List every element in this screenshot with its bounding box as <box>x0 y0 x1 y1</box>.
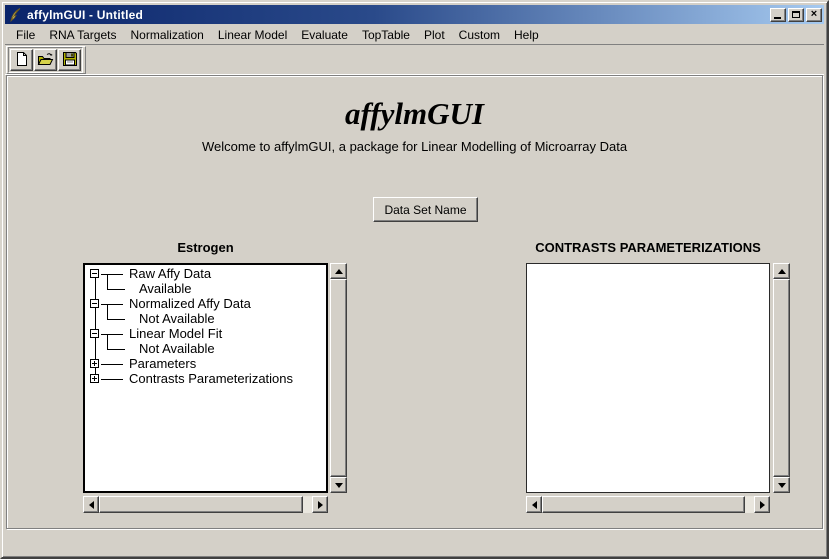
scrollbar-thumb[interactable] <box>330 279 347 477</box>
menu-plot[interactable]: Plot <box>417 26 452 44</box>
tree-plus-box-icon[interactable] <box>90 374 99 383</box>
triangle-left-icon <box>89 501 94 509</box>
tree-minus-box-icon[interactable] <box>90 269 99 278</box>
tree-node-status[interactable]: Available <box>139 281 192 297</box>
save-file-button[interactable] <box>58 49 81 71</box>
tree-branch-line <box>107 349 125 350</box>
tree-plus-box-icon[interactable] <box>90 359 99 368</box>
right-vertical-scrollbar[interactable] <box>773 263 790 493</box>
open-folder-icon <box>37 51 54 70</box>
tree-branch-line <box>107 334 108 349</box>
tree-branch-line <box>101 364 123 365</box>
scroll-up-button[interactable] <box>773 263 790 279</box>
triangle-down-icon <box>778 483 786 488</box>
data-set-name-button[interactable]: Data Set Name <box>373 197 478 222</box>
blank-page-icon <box>14 51 30 70</box>
welcome-text: Welcome to affylmGUI, a package for Line… <box>7 139 822 154</box>
tree-branch-line <box>101 274 123 275</box>
new-file-button[interactable] <box>10 49 33 71</box>
tree-node-raw-affy-data[interactable]: Raw Affy Data <box>129 266 211 282</box>
maximize-button[interactable] <box>788 8 804 22</box>
scrollbar-track[interactable] <box>303 496 312 513</box>
main-content-frame: affylmGUI Welcome to affylmGUI, a packag… <box>6 75 823 529</box>
tree-branch-line <box>107 274 108 289</box>
menu-rna-targets[interactable]: RNA Targets <box>42 26 123 44</box>
close-icon: × <box>811 9 817 20</box>
tree-minus-box-icon[interactable] <box>90 329 99 338</box>
left-horizontal-scrollbar[interactable] <box>83 496 328 513</box>
contrasts-listbox[interactable] <box>526 263 770 493</box>
menu-file[interactable]: File <box>9 26 42 44</box>
scrollbar-thumb[interactable] <box>542 496 745 513</box>
menu-evaluate[interactable]: Evaluate <box>294 26 355 44</box>
save-floppy-icon <box>62 51 78 70</box>
left-panel-header: Estrogen <box>83 240 328 256</box>
scroll-right-button[interactable] <box>312 496 328 513</box>
menu-bar: File RNA Targets Normalization Linear Mo… <box>5 25 824 44</box>
menu-normalization[interactable]: Normalization <box>124 26 211 44</box>
tree-branch-line <box>107 289 125 290</box>
tree-node-contrasts-parameterizations[interactable]: Contrasts Parameterizations <box>129 371 293 387</box>
scrollbar-thumb[interactable] <box>773 279 790 477</box>
menu-linear-model[interactable]: Linear Model <box>211 26 294 44</box>
triangle-right-icon <box>318 501 323 509</box>
tree-node-linear-model-fit[interactable]: Linear Model Fit <box>129 326 222 342</box>
right-horizontal-scrollbar[interactable] <box>526 496 770 513</box>
triangle-up-icon <box>778 269 786 274</box>
tree-node-normalized-affy-data[interactable]: Normalized Affy Data <box>129 296 251 312</box>
scrollbar-track[interactable] <box>745 496 754 513</box>
tree-minus-box-icon[interactable] <box>90 299 99 308</box>
triangle-right-icon <box>760 501 765 509</box>
tree-node-status[interactable]: Not Available <box>139 341 215 357</box>
close-button[interactable]: × <box>806 8 822 22</box>
minimize-icon <box>774 17 781 19</box>
toolbar-button-group <box>6 46 86 74</box>
tree-branch-line <box>101 334 123 335</box>
scroll-right-button[interactable] <box>754 496 770 513</box>
triangle-up-icon <box>335 269 343 274</box>
window-title: affylmGUI - Untitled <box>27 8 143 22</box>
menu-toptable[interactable]: TopTable <box>355 26 417 44</box>
app-window: affylmGUI - Untitled × File RNA Targets … <box>0 0 829 559</box>
app-title: affylmGUI <box>7 96 822 132</box>
tree-node-parameters[interactable]: Parameters <box>129 356 196 372</box>
left-vertical-scrollbar[interactable] <box>330 263 347 493</box>
tk-feather-icon <box>7 7 23 23</box>
tree-branch-line <box>107 319 125 320</box>
open-file-button[interactable] <box>34 49 57 71</box>
scroll-down-button[interactable] <box>773 477 790 493</box>
status-tree-canvas[interactable]: Raw Affy Data Available Normalized Affy … <box>83 263 328 493</box>
scroll-left-button[interactable] <box>83 496 99 513</box>
triangle-left-icon <box>532 501 537 509</box>
menu-help[interactable]: Help <box>507 26 546 44</box>
maximize-icon <box>792 11 800 18</box>
scroll-left-button[interactable] <box>526 496 542 513</box>
minimize-button[interactable] <box>770 8 786 22</box>
triangle-down-icon <box>335 483 343 488</box>
tree-node-status[interactable]: Not Available <box>139 311 215 327</box>
scrollbar-thumb[interactable] <box>99 496 303 513</box>
scroll-down-button[interactable] <box>330 477 347 493</box>
toolbar <box>5 44 824 75</box>
title-bar[interactable]: affylmGUI - Untitled × <box>5 5 824 24</box>
tree-branch-line <box>101 379 123 380</box>
scroll-up-button[interactable] <box>330 263 347 279</box>
menu-custom[interactable]: Custom <box>452 26 507 44</box>
right-panel-header: CONTRASTS PARAMETERIZATIONS <box>526 240 770 256</box>
tree-branch-line <box>107 304 108 319</box>
tree-branch-line <box>101 304 123 305</box>
